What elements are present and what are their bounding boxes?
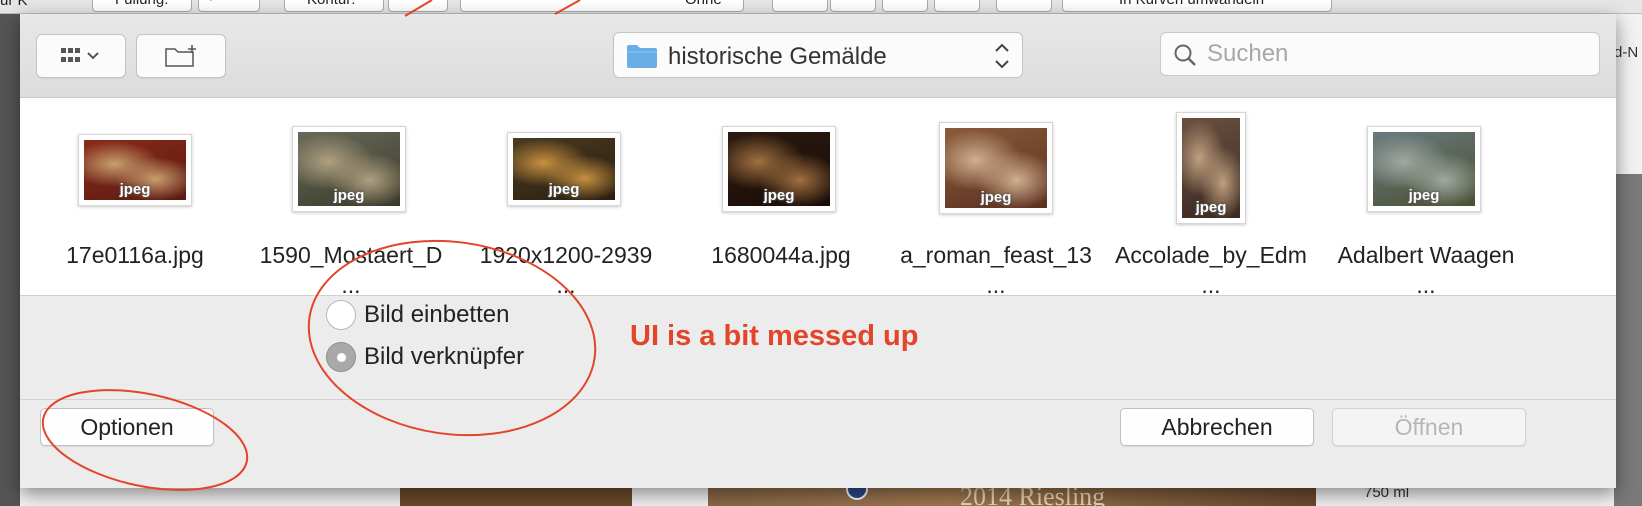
open-file-dialog: historische Gemälde jpeg 17e0116a.jpg jp… (20, 14, 1616, 488)
file-type-tag: jpeg (980, 189, 1012, 206)
embed-radio[interactable] (326, 300, 356, 330)
new-folder-icon (165, 45, 196, 67)
file-type-tag: jpeg (119, 181, 151, 198)
link-option[interactable]: Bild verknüpfer (326, 342, 524, 372)
folder-icon (627, 45, 657, 68)
file-item[interactable]: jpeg a_roman_feast_13 ... (887, 98, 1105, 296)
file-name-line2: ... (1416, 272, 1436, 296)
file-thumbnail: jpeg (292, 126, 406, 212)
search-field[interactable] (1160, 32, 1600, 76)
background-fill-label-box: Füllung: (92, 0, 192, 12)
background-stroke-value: Ohne (685, 0, 722, 11)
file-name: a_roman_feast_13 (900, 242, 1092, 268)
background-label-artwork: 2014 Riesling (708, 482, 1316, 506)
thumbnail-image: jpeg (945, 128, 1047, 208)
file-type-tag: jpeg (763, 187, 795, 204)
file-thumbnail: jpeg (78, 134, 192, 206)
background-right-panel-lower (1614, 174, 1642, 506)
thumbnail-image: jpeg (1182, 118, 1240, 218)
background-fill-label: Füllung: (115, 0, 168, 11)
file-name-line2: ... (341, 272, 361, 296)
search-icon (1174, 44, 1196, 66)
annotation-text: UI is a bit messed up (630, 320, 919, 352)
file-name: 17e0116a.jpg (66, 242, 204, 268)
file-item[interactable]: jpeg 17e0116a.jpg (26, 98, 244, 295)
file-item[interactable]: jpeg 1920x1200-2939 ... (457, 98, 675, 296)
file-type-tag: jpeg (1408, 187, 1440, 204)
file-thumbnail: jpeg (1367, 126, 1481, 212)
view-mode-button[interactable] (36, 34, 126, 78)
thumbnail-image: jpeg (728, 132, 830, 206)
background-side-label: d-N (1614, 44, 1639, 61)
background-tool-button[interactable] (934, 0, 980, 12)
embed-option[interactable]: Bild einbetten (326, 300, 509, 330)
background-tool-button[interactable] (772, 0, 828, 12)
link-label: Bild verknüpfer (364, 343, 525, 370)
location-popup[interactable]: historische Gemälde (613, 32, 1023, 78)
cancel-button[interactable]: Abbrechen (1120, 408, 1314, 446)
file-name: 1590_Mostaert_D (259, 242, 443, 268)
file-thumbnail: jpeg (1176, 112, 1246, 224)
background-tool-button[interactable] (882, 0, 928, 12)
background-right-panel: d-N (1614, 14, 1642, 174)
file-name: Adalbert Waagen (1337, 242, 1515, 268)
file-type-tag: jpeg (548, 181, 580, 198)
new-folder-button[interactable] (136, 34, 226, 78)
file-name-line2: ... (556, 272, 576, 296)
file-name: Accolade_by_Edm (1115, 242, 1307, 268)
background-left-panel (0, 14, 20, 506)
file-item[interactable]: jpeg 1680044a.jpg (672, 98, 890, 295)
thumbnail-image: jpeg (84, 140, 186, 200)
background-stroke-swatch[interactable] (388, 0, 448, 12)
thumbnail-image: jpeg (513, 138, 615, 200)
background-artwork (400, 486, 632, 506)
dialog-toolbar: historische Gemälde (20, 14, 1616, 98)
file-item[interactable]: jpeg 1590_Mostaert_D ... (242, 98, 460, 296)
thumbnail-image: jpeg (298, 132, 400, 206)
background-tool-button[interactable] (996, 0, 1052, 12)
search-input[interactable] (1207, 39, 1587, 69)
file-item[interactable]: jpeg Adalbert Waagen ... (1317, 98, 1535, 296)
background-tool-button[interactable] (830, 0, 876, 12)
open-button[interactable]: Öffnen (1332, 408, 1526, 446)
background-toolbar: ur K Füllung: Kontur: Ohne In Kurven umw… (0, 0, 1642, 14)
options-button[interactable]: Optionen (40, 408, 214, 446)
file-item[interactable]: jpeg Accolade_by_Edm ... (1102, 98, 1320, 296)
embed-label: Bild einbetten (364, 301, 510, 328)
location-label: historische Gemälde (668, 43, 887, 70)
file-name-line2: ... (986, 272, 1006, 296)
file-type-tag: jpeg (1195, 199, 1227, 216)
file-thumbnail: jpeg (507, 132, 621, 206)
file-thumbnail: jpeg (939, 122, 1053, 214)
file-name: 1920x1200-2939 (479, 242, 653, 268)
background-stroke-label: Kontur: (307, 0, 355, 11)
file-type-tag: jpeg (333, 187, 365, 204)
background-toolbar-label: ur K (0, 0, 28, 9)
background-stroke-select[interactable]: Ohne (460, 0, 744, 12)
grid-view-icon (61, 48, 99, 62)
file-browser: jpeg 17e0116a.jpg jpeg 1590_Mostaert_D .… (20, 98, 1616, 296)
file-thumbnail: jpeg (722, 126, 836, 212)
background-convert-label: In Kurven umwandeln (1119, 0, 1264, 11)
file-name-line2: ... (1201, 272, 1221, 296)
file-name: 1680044a.jpg (711, 242, 851, 268)
thumbnail-image: jpeg (1373, 132, 1475, 206)
background-stroke-label-box: Kontur: (284, 0, 384, 12)
chevron-updown-icon (995, 43, 1009, 69)
link-radio[interactable] (326, 342, 356, 372)
background-fill-swatch[interactable] (198, 0, 260, 12)
background-convert-button[interactable]: In Kurven umwandeln (1062, 0, 1332, 12)
